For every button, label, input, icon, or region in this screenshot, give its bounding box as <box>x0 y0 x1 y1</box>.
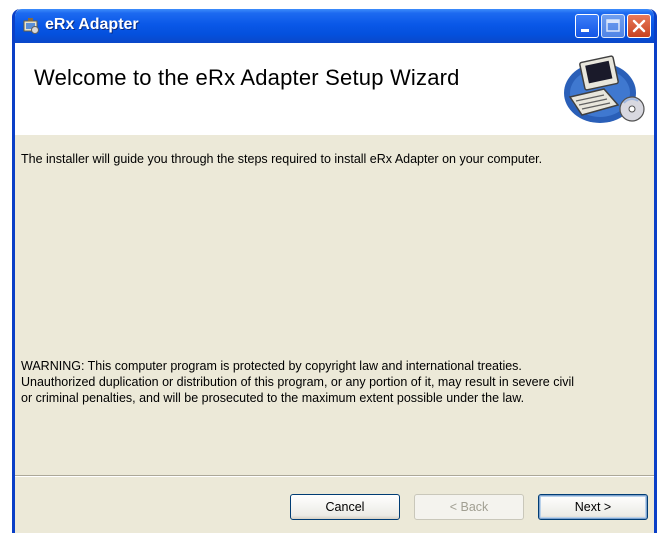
footer-divider-highlight <box>15 476 654 477</box>
back-button[interactable]: < Back <box>414 494 524 520</box>
computer-setup-icon <box>564 55 645 123</box>
installer-icon <box>23 18 39 34</box>
wizard-title: Welcome to the eRx Adapter Setup Wizard <box>34 65 460 90</box>
warning-line: Unauthorized duplication or distribution… <box>21 375 575 389</box>
wizard-header: Welcome to the eRx Adapter Setup Wizard <box>15 43 654 135</box>
window-title: eRx Adapter <box>45 16 139 33</box>
title-bar[interactable]: eRx Adapter <box>15 9 654 43</box>
next-button[interactable]: Next > <box>538 494 648 520</box>
copyright-warning: WARNING: This computer program is protec… <box>21 358 649 406</box>
installer-window: eRx Adapter Welcome to the eRx Adapter S… <box>12 9 657 533</box>
close-button[interactable] <box>627 14 651 38</box>
cancel-button[interactable]: Cancel <box>290 494 400 520</box>
intro-text: The installer will guide you through the… <box>21 152 543 166</box>
minimize-icon <box>581 29 589 32</box>
close-icon <box>632 19 646 33</box>
warning-line: WARNING: This computer program is protec… <box>21 359 522 373</box>
maximize-icon <box>606 19 620 32</box>
warning-line: or criminal penalties, and will be prose… <box>21 391 525 405</box>
header-divider <box>15 134 654 135</box>
maximize-button[interactable] <box>601 14 625 38</box>
minimize-button[interactable] <box>575 14 599 38</box>
